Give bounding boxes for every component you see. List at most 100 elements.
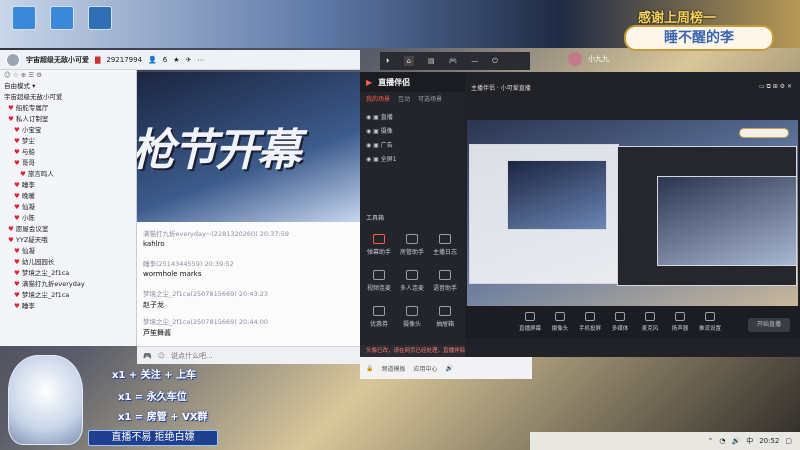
preview-window-icons[interactable]: ▭ ⧉ ⊞ ⚙ ✕	[759, 83, 792, 91]
power-icon[interactable]: ⏻	[492, 57, 498, 66]
channel-tree-item[interactable]: ♥ 梦境之尘_2f1ca	[0, 290, 136, 301]
channel-tree-label: 旅言鸣人	[27, 170, 54, 178]
overlay-badge: 直播不易 拒绝白嫖	[88, 430, 218, 446]
chat-title-bar: 宇宙超级无敌小可爱 ▇ 29217994 👤 6 ★ ✈ ⋯	[0, 50, 360, 70]
input-lang[interactable]: 中	[746, 436, 753, 446]
speaker-button[interactable]: 扬声器	[665, 312, 695, 332]
nested-preview-inner	[657, 176, 797, 266]
app-center-button[interactable]: 应用中心	[414, 364, 438, 373]
channel-tree-item[interactable]: ♥ 幼儿园园长	[0, 257, 136, 268]
channel-tree-label: 哥哥	[21, 159, 35, 167]
desktop-icon-2[interactable]	[50, 6, 74, 30]
heart-icon: ♥	[14, 192, 22, 200]
heart-icon: ♥	[20, 170, 28, 178]
heart-icon: ♥	[14, 258, 22, 266]
channel-tree-label: 幼儿园园长	[21, 258, 55, 266]
channel-tree-label: 仙凝	[21, 247, 35, 255]
source-item[interactable]: ◉ ▣ 广告	[366, 140, 393, 152]
message-body: 赵子龙	[143, 301, 164, 309]
media-button[interactable]: 多媒体	[605, 312, 635, 332]
mode-select[interactable]: 自由模式 ▾	[0, 81, 136, 92]
template-button[interactable]: 频道模板	[381, 364, 405, 373]
heart-icon: ♥	[14, 280, 22, 288]
user-avatar[interactable]	[568, 52, 582, 66]
channel-tree-item[interactable]: ♥ 私人订制室	[0, 114, 136, 125]
tool-host-log[interactable]: 主播日志	[430, 234, 460, 256]
volume-tray-icon[interactable]: 🔊	[731, 437, 740, 445]
preview-title: 主播伴侣 · 小可爱直播	[471, 84, 531, 92]
wifi-icon[interactable]: ◔	[719, 437, 725, 445]
tool-coupon[interactable]: 优惠券	[364, 306, 394, 328]
channel-tree-item[interactable]: ♥ 仙凝	[0, 246, 136, 257]
channel-tree-label: 小宝宝	[21, 126, 42, 134]
heart-icon: ♥	[14, 148, 22, 156]
message-body: kahlro	[143, 240, 165, 248]
gamepad-icon[interactable]: 🎮	[143, 352, 152, 360]
heart-icon: ♥	[8, 115, 16, 123]
channel-tree-item[interactable]: ♥ 睡李	[0, 301, 136, 312]
channel-tree-item[interactable]: ♥ 小陈	[0, 213, 136, 224]
start-live-button[interactable]: 开始直播	[748, 318, 790, 332]
channel-tree-item[interactable]: ♥ 与船	[0, 147, 136, 158]
screen-share-button[interactable]: 直播屏幕	[515, 312, 545, 332]
heart-icon: ♥	[14, 302, 22, 310]
tool-danmaku[interactable]: 弹幕助手	[364, 234, 394, 256]
source-item[interactable]: ◉ ▣ 摄像	[366, 126, 393, 138]
plane-icon[interactable]: ✈	[186, 56, 192, 64]
desktop-icon-3[interactable]	[88, 6, 112, 30]
tool-room-admin[interactable]: 房管助手	[397, 234, 427, 256]
channel-tree-item[interactable]: ♥ 船舵专属厅	[0, 103, 136, 114]
tab-optional-scenes[interactable]: 可选场景	[418, 94, 442, 108]
channel-tree-item[interactable]: ♥ 梦尘	[0, 136, 136, 147]
live-app-logo: ▶	[366, 77, 373, 87]
channel-tree-item[interactable]: ♥ 愿屋会议室	[0, 224, 136, 235]
emoji-icon[interactable]: ☺	[158, 352, 165, 360]
stream-settings-button[interactable]: 推流设置	[695, 312, 725, 332]
tool-voice[interactable]: 语音助手	[430, 270, 460, 292]
channel-tree-item[interactable]: ♥ 睡李	[0, 180, 136, 191]
volume-icon[interactable]: 🔊	[446, 365, 453, 372]
chat-input[interactable]	[171, 351, 312, 360]
heart-icon: ♥	[14, 291, 22, 299]
mic-button[interactable]: 麦克风	[635, 312, 665, 332]
camera-button[interactable]: 摄像头	[545, 312, 575, 332]
stream-icon[interactable]: ⏵	[386, 57, 390, 66]
tool-camera[interactable]: 摄像头	[397, 306, 427, 328]
chat-message: 睡李(2514344559) 20:39:52 wormhole marks	[143, 258, 234, 278]
channel-tree-item[interactable]: ♥ YYZ疑天哦	[0, 235, 136, 246]
channel-tree-item[interactable]: ♥ 仙凝	[0, 202, 136, 213]
tray-arrow-icon[interactable]: ⌃	[707, 437, 713, 445]
channel-tree-label: 满猫打九折everyday	[21, 280, 85, 288]
window-controls: ⏵ ⌂ ▤ 🎮 — ⏻	[380, 52, 530, 70]
top-username: 小九九	[588, 55, 609, 63]
tool-drawer[interactable]: 抽屉箱	[430, 306, 460, 328]
source-item[interactable]: ◉ ▣ 直播	[366, 112, 393, 124]
tool-video-link[interactable]: 视频连麦	[364, 270, 394, 292]
game-icon[interactable]: 🎮	[449, 57, 458, 65]
desktop-icon-1[interactable]	[12, 6, 36, 30]
clock[interactable]: 20:52	[759, 437, 779, 445]
star-icon[interactable]: ★	[173, 56, 179, 64]
window-icon[interactable]: ▤	[428, 57, 435, 65]
source-item[interactable]: ◉ ▣ 全屏1	[366, 154, 397, 166]
channel-tree-item[interactable]: ♥ 梦境之尘_2f1ca	[0, 268, 136, 279]
minimize-icon[interactable]: —	[471, 57, 478, 65]
channel-tree-item[interactable]: ♥ 小宝宝	[0, 125, 136, 136]
more-icon[interactable]: ⋯	[197, 56, 204, 64]
heart-icon: ♥	[8, 236, 16, 244]
channel-tree-item[interactable]: ♥ 哥哥	[0, 158, 136, 169]
heart-icon: ♥	[14, 181, 22, 189]
channel-avatar[interactable]	[6, 52, 20, 67]
home-icon[interactable]: ⌂	[403, 56, 414, 66]
notification-icon[interactable]: ▢	[785, 437, 792, 445]
tab-my-scenes[interactable]: 我的场景	[366, 94, 390, 108]
channel-tree-item[interactable]: ♥ 满猫打九折everyday	[0, 279, 136, 290]
chat-message: 梦境之尘_2f1ca(2507815669) 20:44:00 芦笙舞酱	[143, 316, 268, 338]
channel-tree-item[interactable]: ♥ 旅言鸣人	[0, 169, 136, 180]
tab-interaction[interactable]: 互动	[398, 94, 410, 108]
channel-tree-item[interactable]: ♥ 晚暖	[0, 191, 136, 202]
channel-tree-item[interactable]: 宇宙超级无敌小可爱	[0, 92, 136, 103]
phone-cast-button[interactable]: 手机投屏	[575, 312, 605, 332]
tool-multi-link[interactable]: 多人连麦	[397, 270, 427, 292]
banner-top-text: 感谢上周榜一	[638, 11, 717, 26]
